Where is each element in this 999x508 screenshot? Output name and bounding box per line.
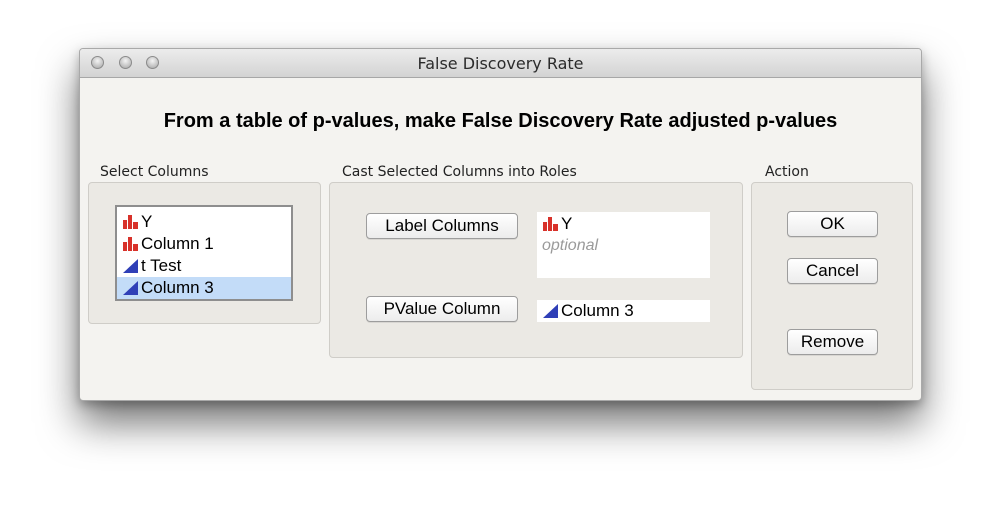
role-item-label: Y [561, 214, 573, 233]
cancel-button[interactable]: Cancel [787, 258, 878, 284]
title-bar[interactable]: False Discovery Rate [80, 49, 921, 78]
pvalue-column-role-box[interactable]: Column 3 [537, 300, 710, 322]
nominal-bar-icon [543, 217, 558, 231]
label-columns-button[interactable]: Label Columns [366, 213, 518, 239]
continuous-triangle-icon [543, 304, 558, 318]
nominal-bar-icon [123, 215, 138, 229]
list-item[interactable]: Column 1 [117, 233, 291, 255]
select-columns-label: Select Columns [100, 164, 209, 180]
pvalue-column-button[interactable]: PValue Column [366, 296, 518, 322]
column-list[interactable]: Y Column 1 t Test Column 3 [115, 205, 293, 301]
continuous-triangle-icon [123, 281, 138, 295]
nominal-bar-icon [123, 237, 138, 251]
ok-button[interactable]: OK [787, 211, 878, 237]
role-item[interactable]: Y [537, 213, 710, 235]
roles-label: Cast Selected Columns into Roles [342, 164, 577, 180]
window-title: False Discovery Rate [417, 54, 584, 73]
optional-placeholder: optional [542, 237, 599, 254]
list-item-label: Y [141, 212, 153, 231]
list-item-label: Column 3 [141, 278, 214, 297]
list-item-label: t Test [141, 256, 182, 275]
continuous-triangle-icon [123, 259, 138, 273]
list-item-selected[interactable]: Column 3 [117, 277, 291, 299]
dialog-window: False Discovery Rate From a table of p-v… [79, 48, 922, 401]
list-item[interactable]: Y [117, 211, 291, 233]
dialog-headline: From a table of p-values, make False Dis… [163, 110, 838, 132]
role-item[interactable]: Column 3 [537, 300, 710, 322]
list-item[interactable]: t Test [117, 255, 291, 277]
label-columns-role-box[interactable]: Y optional [537, 212, 710, 278]
list-item-label: Column 1 [141, 234, 214, 253]
role-item-label: Column 3 [561, 301, 634, 320]
action-label: Action [765, 164, 809, 180]
remove-button[interactable]: Remove [787, 329, 878, 355]
